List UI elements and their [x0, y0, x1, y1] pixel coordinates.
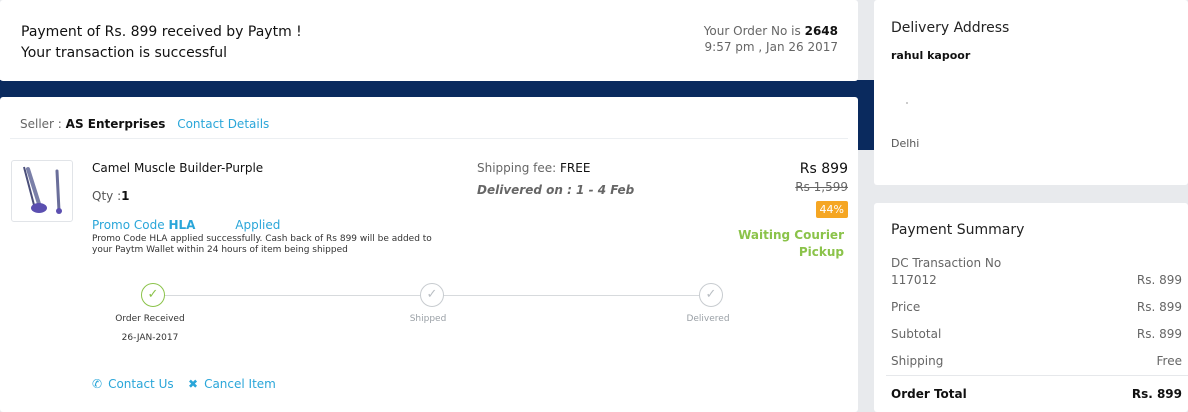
- discount-badge: 44%: [815, 201, 848, 218]
- promo-label: Promo Code: [92, 218, 165, 232]
- step-label-order-received: Order Received: [115, 314, 185, 324]
- delivery-estimate: Delivered on : 1 - 4 Feb: [477, 183, 635, 197]
- price-label: Price: [891, 300, 921, 314]
- cancel-item-button[interactable]: ✖ Cancel Item: [188, 377, 276, 391]
- quantity: Qty :1: [92, 189, 129, 203]
- close-icon: ✖: [188, 377, 199, 391]
- contact-details-link[interactable]: Contact Details: [177, 117, 269, 131]
- promo-row: Promo Code HLA Applied: [92, 218, 280, 232]
- step-date-order-received: 26-JAN-2017: [121, 333, 179, 343]
- contact-us-button[interactable]: ✆ Contact Us: [92, 377, 174, 391]
- address-line-placeholder: [906, 102, 908, 104]
- subtotal-label: Subtotal: [891, 327, 942, 341]
- delivery-address-card: Delivery Address rahul kapoor Delhi: [874, 0, 1188, 185]
- order-no-label: Your Order No is: [703, 24, 801, 38]
- check-icon: ✓: [699, 283, 723, 307]
- price-value: Rs. 899: [1136, 300, 1182, 314]
- order-info: Your Order No is 2648 9:57 pm , Jan 26 2…: [704, 23, 838, 55]
- promo-note: Promo Code HLA applied successfully. Cas…: [92, 234, 432, 255]
- address-city: Delhi: [891, 137, 920, 150]
- item-mrp: Rs 1,599: [795, 180, 848, 194]
- shipping-value: Free: [1156, 354, 1182, 368]
- promo-applied: Applied: [235, 218, 281, 232]
- payment-received-text: Payment of Rs. 899 received by Paytm !: [21, 24, 302, 40]
- shipping-fee-label: Shipping fee:: [477, 161, 557, 175]
- dc-transaction-amount: Rs. 899: [1136, 273, 1182, 287]
- address-title: Delivery Address: [891, 20, 1010, 36]
- order-total-label: Order Total: [891, 387, 967, 401]
- order-total-value: Rs. 899: [1131, 387, 1182, 401]
- payment-message: Payment of Rs. 899 received by Paytm ! Y…: [21, 22, 302, 64]
- order-number: 2648: [804, 24, 838, 38]
- payment-divider: [886, 375, 1188, 376]
- shipping-label: Shipping: [891, 354, 944, 368]
- check-icon: ✓: [141, 283, 165, 307]
- shipping-fee: Shipping fee: FREE: [477, 161, 590, 175]
- check-icon: ✓: [420, 283, 444, 307]
- product-thumbnail[interactable]: [11, 160, 73, 222]
- order-detail-card: Seller : AS Enterprises Contact Details …: [0, 97, 858, 412]
- transaction-status-text: Your transaction is successful: [21, 45, 227, 61]
- dc-transaction-number: 117012: [891, 273, 937, 287]
- payment-summary-title: Payment Summary: [891, 222, 1025, 238]
- subtotal-value: Rs. 899: [1136, 327, 1182, 341]
- payment-confirmation-card: Payment of Rs. 899 received by Paytm ! Y…: [0, 0, 858, 81]
- step-label-shipped: Shipped: [409, 314, 447, 324]
- step-label-delivered: Delivered: [686, 314, 730, 324]
- product-image: [23, 166, 62, 214]
- payment-summary-card: Payment Summary DC Transaction No 117012…: [874, 203, 1188, 412]
- item-price: Rs 899: [799, 161, 848, 177]
- cancel-item-label: Cancel Item: [204, 377, 276, 391]
- divider: [10, 138, 848, 139]
- order-timestamp: 9:57 pm , Jan 26 2017: [704, 40, 838, 54]
- dc-transaction-label: DC Transaction No: [891, 256, 1002, 270]
- shipping-fee-value: FREE: [560, 161, 591, 175]
- qty-value: 1: [121, 189, 130, 203]
- recipient-name: rahul kapoor: [891, 49, 971, 62]
- seller-label: Seller :: [20, 117, 62, 131]
- qty-label: Qty :: [92, 189, 122, 203]
- seller-row: Seller : AS Enterprises Contact Details: [20, 117, 269, 131]
- product-name[interactable]: Camel Muscle Builder-Purple: [92, 161, 263, 175]
- seller-name: AS Enterprises: [65, 117, 166, 131]
- promo-code: HLA: [168, 218, 196, 232]
- phone-icon: ✆: [92, 377, 103, 391]
- order-status: Waiting Courier Pickup: [738, 228, 844, 259]
- contact-us-label: Contact Us: [108, 377, 174, 391]
